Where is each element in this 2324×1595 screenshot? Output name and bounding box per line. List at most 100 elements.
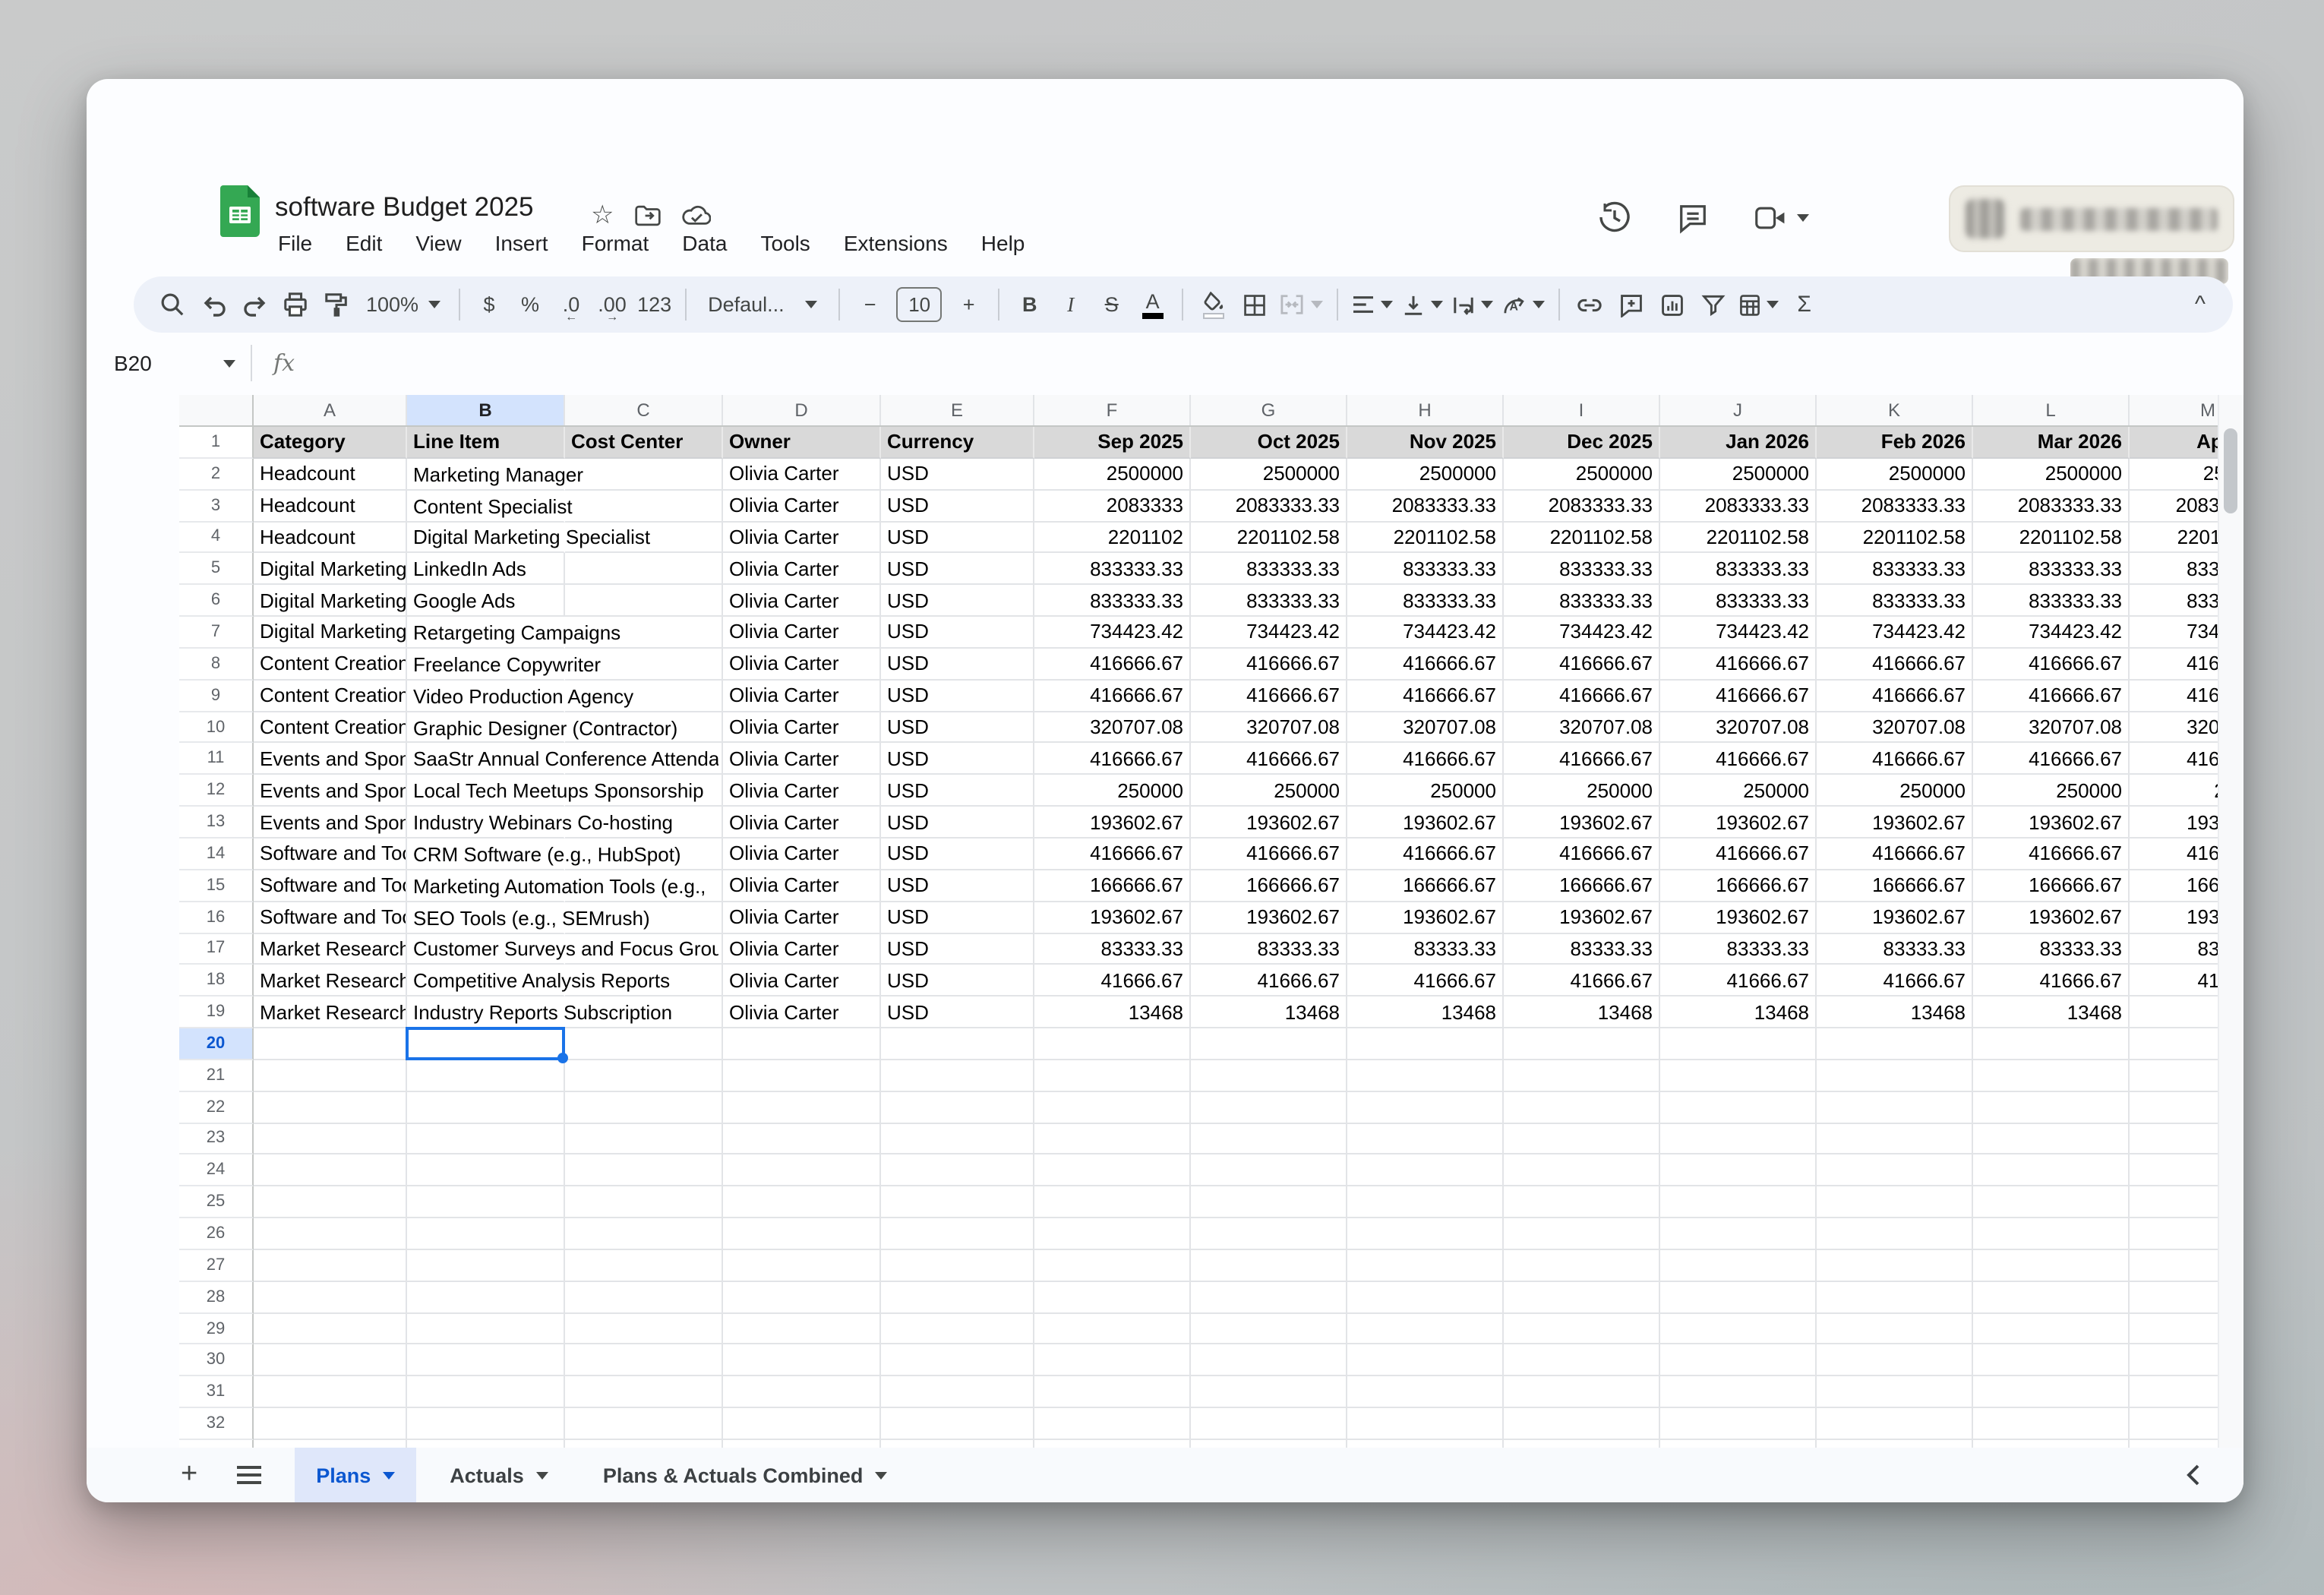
empty-cell[interactable] bbox=[1191, 1123, 1347, 1155]
cell-jan-2026[interactable]: 250000 bbox=[1660, 775, 1817, 807]
cell-currency[interactable]: USD bbox=[881, 965, 1034, 997]
row-header-28[interactable]: 28 bbox=[179, 1282, 254, 1314]
cell-jan-2026[interactable]: 2083333.33 bbox=[1660, 490, 1817, 522]
cell-feb-2026[interactable]: 2201102.58 bbox=[1817, 522, 1973, 554]
empty-cell[interactable] bbox=[1817, 1408, 1973, 1440]
cell-oct-2025[interactable]: 320707.08 bbox=[1191, 712, 1347, 744]
vertical-scrollbar[interactable] bbox=[2218, 395, 2243, 1502]
cell-currency[interactable]: USD bbox=[881, 585, 1034, 617]
cell-nov-2025[interactable]: 2500000 bbox=[1347, 459, 1504, 491]
header-cell-owner[interactable]: Owner bbox=[723, 427, 881, 459]
cell-dec-2025[interactable]: 41666.67 bbox=[1504, 965, 1660, 997]
cell-nov-2025[interactable]: 166666.67 bbox=[1347, 870, 1504, 902]
cell-feb-2026[interactable]: 320707.08 bbox=[1817, 712, 1973, 744]
empty-cell[interactable] bbox=[407, 1408, 565, 1440]
empty-cell[interactable] bbox=[723, 1408, 881, 1440]
empty-cell[interactable] bbox=[723, 1155, 881, 1187]
empty-cell[interactable] bbox=[723, 1313, 881, 1345]
empty-cell[interactable] bbox=[723, 1028, 881, 1060]
cell-line-item[interactable]: Industry Reports Subscription bbox=[407, 996, 565, 1028]
cell-sep-2025[interactable]: 734423.42 bbox=[1034, 617, 1191, 649]
cell-oct-2025[interactable]: 250000 bbox=[1191, 775, 1347, 807]
header-cell-jan-2026[interactable]: Jan 2026 bbox=[1660, 427, 1817, 459]
cell-category[interactable]: Digital Marketing bbox=[254, 617, 407, 649]
cell-line-item[interactable]: Retargeting Campaigns bbox=[407, 617, 565, 649]
empty-cell[interactable] bbox=[881, 1282, 1034, 1314]
empty-cell[interactable] bbox=[881, 1155, 1034, 1187]
empty-cell[interactable] bbox=[1660, 1091, 1817, 1123]
cell-sep-2025[interactable]: 83333.33 bbox=[1034, 933, 1191, 965]
empty-cell[interactable] bbox=[254, 1091, 407, 1123]
cell-feb-2026[interactable]: 2083333.33 bbox=[1817, 490, 1973, 522]
cell-nov-2025[interactable]: 734423.42 bbox=[1347, 617, 1504, 649]
empty-cell[interactable] bbox=[254, 1218, 407, 1250]
cell-mar-2026[interactable]: 193602.67 bbox=[1973, 807, 2130, 839]
format-currency-icon[interactable]: $ bbox=[469, 285, 510, 324]
cell-oct-2025[interactable]: 2201102.58 bbox=[1191, 522, 1347, 554]
empty-cell[interactable] bbox=[1034, 1377, 1191, 1409]
column-header-G[interactable]: G bbox=[1191, 395, 1347, 425]
horizontal-align-icon[interactable] bbox=[1348, 285, 1398, 324]
empty-cell[interactable] bbox=[254, 1377, 407, 1409]
cell-currency[interactable]: USD bbox=[881, 490, 1034, 522]
cell-sep-2025[interactable]: 416666.67 bbox=[1034, 839, 1191, 870]
empty-cell[interactable] bbox=[565, 1250, 723, 1282]
empty-cell[interactable] bbox=[1347, 1060, 1504, 1092]
cell-oct-2025[interactable]: 2083333.33 bbox=[1191, 490, 1347, 522]
cell-sep-2025[interactable]: 416666.67 bbox=[1034, 649, 1191, 681]
cell-oct-2025[interactable]: 166666.67 bbox=[1191, 870, 1347, 902]
empty-cell[interactable] bbox=[254, 1187, 407, 1219]
cell-oct-2025[interactable]: 193602.67 bbox=[1191, 807, 1347, 839]
cell-jan-2026[interactable]: 833333.33 bbox=[1660, 585, 1817, 617]
cell-feb-2026[interactable]: 416666.67 bbox=[1817, 681, 1973, 712]
cell-feb-2026[interactable]: 416666.67 bbox=[1817, 649, 1973, 681]
cell-mar-2026[interactable]: 734423.42 bbox=[1973, 617, 2130, 649]
empty-cell[interactable] bbox=[565, 1060, 723, 1092]
empty-cell[interactable] bbox=[1504, 1282, 1660, 1314]
empty-cell[interactable] bbox=[565, 1282, 723, 1314]
row-header-14[interactable]: 14 bbox=[179, 839, 254, 870]
paint-format-icon[interactable] bbox=[316, 285, 357, 324]
cell-nov-2025[interactable]: 41666.67 bbox=[1347, 965, 1504, 997]
empty-cell[interactable] bbox=[1034, 1028, 1191, 1060]
cell-dec-2025[interactable]: 320707.08 bbox=[1504, 712, 1660, 744]
cell-line-item[interactable]: SEO Tools (e.g., SEMrush) bbox=[407, 902, 565, 933]
cell-mar-2026[interactable]: 2500000 bbox=[1973, 459, 2130, 491]
cell-sep-2025[interactable]: 416666.67 bbox=[1034, 744, 1191, 775]
cell-owner[interactable]: Olivia Carter bbox=[723, 870, 881, 902]
empty-cell[interactable] bbox=[254, 1155, 407, 1187]
menu-data[interactable]: Data bbox=[665, 228, 744, 258]
empty-cell[interactable] bbox=[723, 1123, 881, 1155]
empty-cell[interactable] bbox=[1973, 1218, 2130, 1250]
cell-nov-2025[interactable]: 416666.67 bbox=[1347, 839, 1504, 870]
empty-cell[interactable] bbox=[254, 1028, 407, 1060]
empty-cell[interactable] bbox=[1973, 1250, 2130, 1282]
cell-line-item[interactable]: Competitive Analysis Reports bbox=[407, 965, 565, 997]
row-header-8[interactable]: 8 bbox=[179, 649, 254, 681]
cell-sep-2025[interactable]: 320707.08 bbox=[1034, 712, 1191, 744]
row-header-29[interactable]: 29 bbox=[179, 1313, 254, 1345]
empty-cell[interactable] bbox=[565, 1155, 723, 1187]
cell-feb-2026[interactable]: 416666.67 bbox=[1817, 744, 1973, 775]
menu-edit[interactable]: Edit bbox=[329, 228, 399, 258]
menu-insert[interactable]: Insert bbox=[478, 228, 565, 258]
cell-nov-2025[interactable]: 833333.33 bbox=[1347, 554, 1504, 586]
empty-cell[interactable] bbox=[1660, 1250, 1817, 1282]
collapse-side-panel-icon[interactable] bbox=[2183, 1461, 2204, 1489]
empty-cell[interactable] bbox=[565, 1091, 723, 1123]
cell-nov-2025[interactable]: 2201102.58 bbox=[1347, 522, 1504, 554]
cell-dec-2025[interactable]: 416666.67 bbox=[1504, 744, 1660, 775]
cell-category[interactable]: Headcount bbox=[254, 459, 407, 491]
menu-file[interactable]: File bbox=[261, 228, 329, 258]
row-header-11[interactable]: 11 bbox=[179, 744, 254, 775]
cell-dec-2025[interactable]: 2201102.58 bbox=[1504, 522, 1660, 554]
row-header-15[interactable]: 15 bbox=[179, 870, 254, 902]
cell-currency[interactable]: USD bbox=[881, 996, 1034, 1028]
cell-line-item[interactable]: Freelance Copywriter bbox=[407, 649, 565, 681]
empty-cell[interactable] bbox=[1973, 1155, 2130, 1187]
empty-cell[interactable] bbox=[1504, 1313, 1660, 1345]
cell-category[interactable]: Events and Sponsorships bbox=[254, 807, 407, 839]
empty-cell[interactable] bbox=[1660, 1028, 1817, 1060]
empty-cell[interactable] bbox=[881, 1123, 1034, 1155]
cell-currency[interactable]: USD bbox=[881, 712, 1034, 744]
